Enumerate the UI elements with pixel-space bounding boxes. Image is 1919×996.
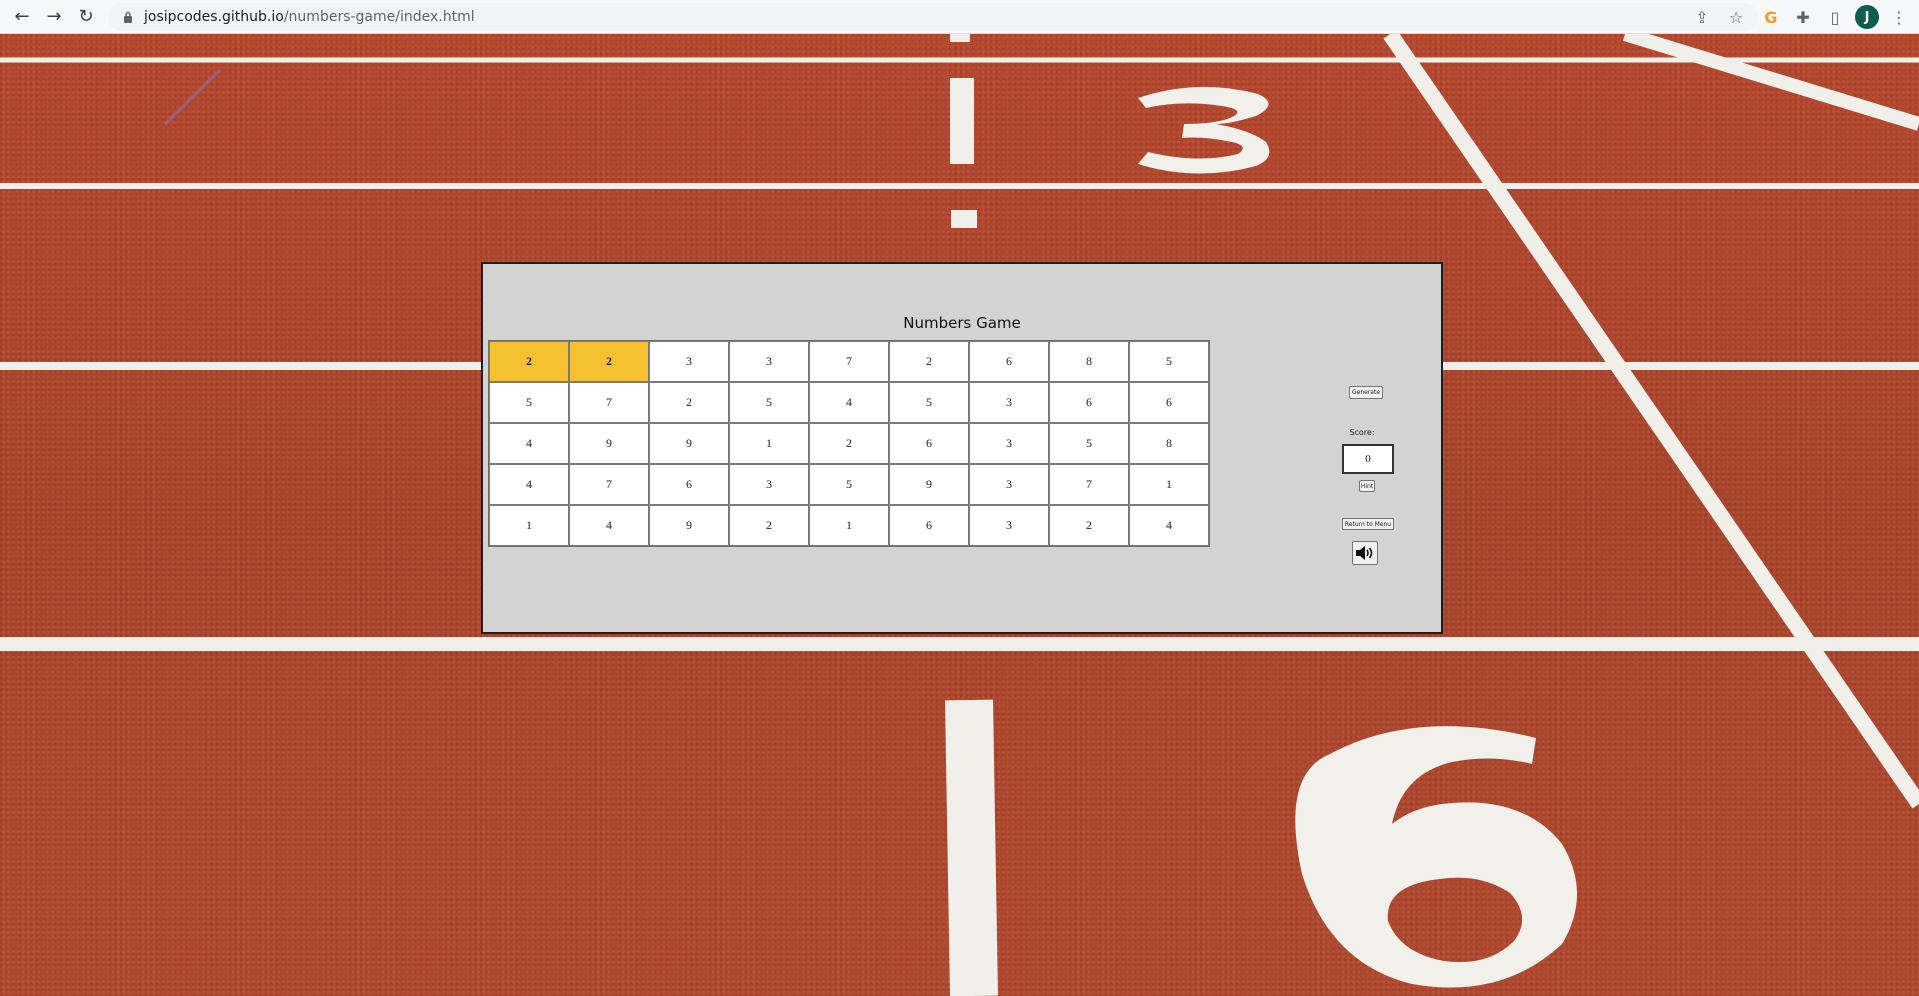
grid-cell[interactable]: 2 [809,423,889,464]
grid-cell[interactable]: 3 [969,382,1049,423]
number-grid: 2233726855725453664991263584763593711492… [488,340,1210,547]
grid-cell[interactable]: 3 [729,464,809,505]
share-icon[interactable]: ⇪ [1690,5,1714,29]
grid-cell[interactable]: 5 [489,382,569,423]
lane-number-6 [1295,726,1577,988]
sound-toggle-button[interactable] [1352,541,1378,565]
url-path: /numbers-game/index.html [283,9,475,25]
grid-cell[interactable]: 6 [1049,382,1129,423]
grid-cell[interactable]: 5 [729,382,809,423]
lane-number-3 [1138,86,1270,174]
grid-cell[interactable]: 9 [649,505,729,546]
url-host: josipcodes.github.io [144,9,284,25]
grid-cell[interactable]: 4 [809,382,889,423]
address-bar[interactable]: josipcodes.github.io/numbers-game/index.… [108,3,1758,31]
grid-cell[interactable]: 5 [1049,423,1129,464]
grid-cell[interactable]: 4 [489,423,569,464]
grid-cell[interactable]: 1 [809,505,889,546]
url-text[interactable]: josipcodes.github.io/numbers-game/index.… [144,9,475,25]
profile-avatar[interactable]: J [1855,5,1879,29]
grid-cell[interactable]: 6 [969,341,1049,382]
grid-cell[interactable]: 2 [889,341,969,382]
grid-cell[interactable]: 7 [569,464,649,505]
grid-cell[interactable]: 2 [569,341,649,382]
grid-cell[interactable]: 5 [889,382,969,423]
extension-g-icon[interactable]: G [1759,5,1783,29]
grid-cell[interactable]: 6 [889,505,969,546]
grid-cell[interactable]: 6 [1129,382,1209,423]
extensions-puzzle-icon[interactable]: ✚ [1791,5,1815,29]
grid-cell[interactable]: 9 [569,423,649,464]
grid-cell[interactable]: 7 [809,341,889,382]
grid-cell[interactable]: 1 [1129,464,1209,505]
generate-button[interactable]: Generate [1349,386,1383,399]
speaker-icon [1356,546,1373,560]
grid-cell[interactable]: 2 [649,382,729,423]
hint-button[interactable]: Hint [1359,480,1375,492]
grid-cell[interactable]: 9 [649,423,729,464]
grid-cell[interactable]: 9 [889,464,969,505]
browser-toolbar: ← → ↻ josipcodes.github.io/numbers-game/… [0,0,1919,34]
grid-cell[interactable]: 1 [729,423,809,464]
grid-cell[interactable]: 7 [569,382,649,423]
bookmark-star-icon[interactable]: ☆ [1724,5,1748,29]
grid-cell[interactable]: 5 [809,464,889,505]
control-panel: Generate Score: 0 Hint Return to Menu [1330,264,1394,632]
grid-cell[interactable]: 4 [569,505,649,546]
page-background: Numbers Game 223372685572545366499126358… [0,34,1919,996]
game-title: Numbers Game [903,314,1021,332]
score-label: Score: [1349,428,1375,437]
game-panel: Numbers Game 223372685572545366499126358… [481,262,1443,634]
grid-cell[interactable]: 2 [729,505,809,546]
menu-dots-icon[interactable]: ⋮ [1887,5,1911,29]
grid-cell[interactable]: 4 [1129,505,1209,546]
back-icon[interactable]: ← [10,5,34,29]
grid-cell[interactable]: 2 [489,341,569,382]
grid-cell[interactable]: 8 [1129,423,1209,464]
grid-cell[interactable]: 8 [1049,341,1129,382]
grid-cell[interactable]: 6 [889,423,969,464]
grid-cell[interactable]: 5 [1129,341,1209,382]
reload-icon[interactable]: ↻ [74,5,98,29]
grid-cell[interactable]: 4 [489,464,569,505]
grid-cell[interactable]: 1 [489,505,569,546]
grid-cell[interactable]: 3 [969,464,1049,505]
grid-cell[interactable]: 3 [969,505,1049,546]
grid-cell[interactable]: 3 [969,423,1049,464]
score-display: 0 [1342,444,1394,474]
forward-icon[interactable]: → [42,5,66,29]
grid-cell[interactable]: 7 [1049,464,1129,505]
lock-icon[interactable] [120,9,136,25]
grid-cell[interactable]: 3 [729,341,809,382]
grid-cell[interactable]: 3 [649,341,729,382]
side-panel-icon[interactable]: ▯ [1823,5,1847,29]
grid-cell[interactable]: 2 [1049,505,1129,546]
grid-cell[interactable]: 6 [649,464,729,505]
return-to-menu-button[interactable]: Return to Menu [1342,518,1394,530]
